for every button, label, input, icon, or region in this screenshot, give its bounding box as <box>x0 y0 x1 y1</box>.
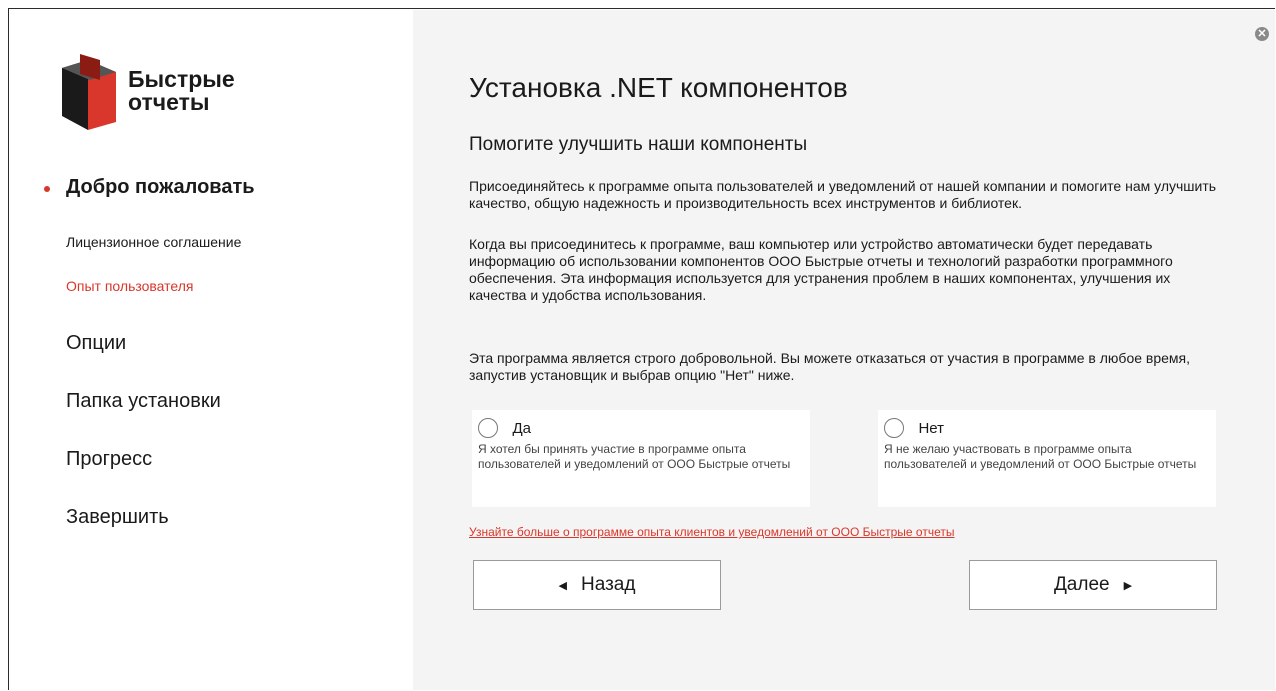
step-install-folder[interactable]: Папка установки <box>66 390 221 413</box>
details-paragraph: Когда вы присоединитесь к программе, ваш… <box>469 236 1173 303</box>
brand-name: Быстрые отчеты <box>128 68 235 114</box>
option-yes-description: Я хотел бы принять участие в программе о… <box>478 442 791 471</box>
next-button-label: Далее <box>1053 574 1110 595</box>
brand-name-line1: Быстрые <box>128 66 235 92</box>
active-step-bullet-icon <box>44 186 50 192</box>
step-welcome[interactable]: Добро пожаловать <box>66 176 255 199</box>
intro-paragraph: Присоединяйтесь к программе опыта пользо… <box>469 178 1217 211</box>
installer-window: Быстрые отчеты Добро пожаловать Лицензио… <box>8 8 1275 691</box>
option-no[interactable]: Нет Я не желаю участвовать в программе о… <box>878 410 1216 507</box>
triangle-right-icon: ▶ <box>1123 579 1133 592</box>
option-yes-label: Да <box>512 419 531 437</box>
close-icon[interactable]: ✕ <box>1255 27 1269 41</box>
step-finish[interactable]: Завершить <box>66 506 169 529</box>
section-subtitle: Помогите улучшить наши компоненты <box>469 134 808 155</box>
sidebar: Быстрые отчеты Добро пожаловать Лицензио… <box>10 10 413 691</box>
option-no-label: Нет <box>918 419 944 437</box>
learn-more-link[interactable]: Узнайте больше о программе опыта клиенто… <box>469 525 954 539</box>
page-title: Установка .NET компонентов <box>469 72 848 103</box>
next-button[interactable]: Далее ▶ <box>969 560 1217 610</box>
step-progress[interactable]: Прогресс <box>66 448 152 471</box>
triangle-left-icon: ◀ <box>558 579 567 592</box>
brand-name-line2: отчеты <box>128 89 210 115</box>
step-options[interactable]: Опции <box>66 332 126 355</box>
radio-unchecked-icon[interactable] <box>884 418 904 438</box>
step-user-experience[interactable]: Опыт пользователя <box>66 278 194 294</box>
brand-logo: Быстрые отчеты <box>58 52 318 132</box>
voluntary-paragraph: Эта программа является строго добровольн… <box>469 350 1191 383</box>
radio-unchecked-icon[interactable] <box>478 418 498 438</box>
back-button-label: Назад <box>581 574 636 595</box>
back-button[interactable]: ◀ Назад <box>473 560 721 610</box>
logo-cube-icon <box>62 54 116 130</box>
option-no-description: Я не желаю участвовать в программе опыта… <box>884 442 1197 471</box>
main-panel: Установка .NET компонентов Помогите улуч… <box>413 10 1275 690</box>
step-license[interactable]: Лицензионное соглашение <box>66 234 241 250</box>
option-yes[interactable]: Да Я хотел бы принять участие в программ… <box>472 410 810 507</box>
